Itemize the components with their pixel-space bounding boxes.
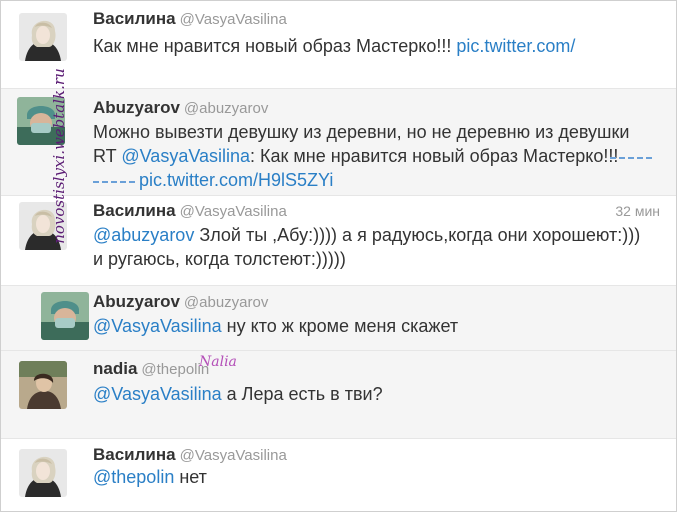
tweet-header: Abuzyarov @abuzyarov: [93, 292, 268, 312]
user-name[interactable]: Василина: [93, 445, 176, 464]
mention-link[interactable]: @VasyaVasilina: [121, 146, 250, 166]
tweet-line-2: RT @VasyaVasilina: Как мне нравится новы…: [93, 144, 664, 168]
handwritten-overlay: Nalia: [199, 354, 237, 370]
user-handle[interactable]: @VasyaVasilina: [180, 447, 287, 464]
avatar-nadia[interactable]: [19, 361, 67, 409]
user-handle[interactable]: @VasyaVasilina: [180, 11, 287, 28]
user-name[interactable]: Abuzyarov: [93, 98, 180, 117]
tweet-item[interactable]: Abuzyarov @abuzyarov @VasyaVasilina ну кт…: [1, 286, 676, 351]
avatar-abuzyarov[interactable]: [41, 292, 89, 340]
tweet-item[interactable]: Василина @VasyaVasilina Как мне нравится …: [1, 1, 676, 89]
user-name[interactable]: Abuzyarov: [93, 292, 180, 311]
user-name[interactable]: Василина: [93, 201, 176, 220]
retweet-text: : Как мне нравится новый образ Мастерко!…: [250, 146, 619, 166]
tweet-text: @thepolin нет: [93, 465, 664, 489]
tweet-text: @abuzyarov Злой ты ,Абу:)))) а я радуюсь…: [93, 223, 664, 271]
tweet-line-1: @abuzyarov Злой ты ,Абу:)))) а я радуюсь…: [93, 223, 664, 247]
mention-link[interactable]: @abuzyarov: [93, 225, 194, 245]
user-handle[interactable]: @abuzyarov: [184, 294, 268, 311]
tweet-text: @VasyaVasilina ну кто ж кроме меня скаже…: [93, 314, 664, 338]
tweet-header: Василина @VasyaVasilina: [93, 445, 287, 465]
tweet-body: нет: [174, 467, 207, 487]
user-handle[interactable]: @VasyaVasilina: [180, 203, 287, 220]
tweet-line-3: pic.twitter.com/H9lS5ZYi: [93, 168, 664, 192]
tweet-header: nadia @thepolin: [93, 359, 209, 379]
tweet-line-2: и ругаюсь, когда толстеют:))))): [93, 249, 346, 269]
tweet-item[interactable]: nadia @thepolin @VasyaVasilina а Лера ест…: [1, 351, 676, 439]
tweet-timeline: Василина @VasyaVasilina Как мне нравится …: [0, 0, 677, 512]
tweet-item[interactable]: Василина @VasyaVasilina 32 мин @abuzyarov…: [1, 196, 676, 286]
tweet-item[interactable]: Abuzyarov @abuzyarov Можно вывезти девушк…: [1, 89, 676, 196]
dashed-underline: [93, 181, 135, 183]
tweet-body: Как мне нравится новый образ Мастерко!!!: [93, 36, 457, 56]
timestamp[interactable]: 32 мин: [615, 203, 660, 219]
mention-link[interactable]: @VasyaVasilina: [93, 384, 222, 404]
tweet-header: Abuzyarov @abuzyarov: [93, 98, 268, 118]
watermark-text: novostislyxi.webtalk.ru: [50, 68, 68, 244]
tweet-body: Злой ты ,Абу:)))) а я радуюсь,когда они …: [194, 225, 641, 245]
tweet-text: @VasyaVasilina а Лера есть в тви?: [93, 382, 664, 406]
retweet-prefix: RT: [93, 146, 122, 166]
mention-link[interactable]: @thepolin: [93, 467, 174, 487]
avatar-vasilina[interactable]: [19, 13, 67, 61]
pic-link[interactable]: pic.twitter.com/H9lS5ZYi: [139, 170, 333, 190]
user-name[interactable]: Василина: [93, 9, 176, 28]
avatar-vasilina[interactable]: [19, 449, 67, 497]
tweet-text: Как мне нравится новый образ Мастерко!!!…: [93, 34, 664, 58]
vertical-watermark: novostislyxi.webtalk.ru: [45, 56, 73, 256]
tweet-line-1: Можно вывезти девушку из деревни, но не …: [93, 122, 630, 142]
user-name[interactable]: nadia: [93, 359, 137, 378]
tweet-header: Василина @VasyaVasilina: [93, 201, 287, 221]
tweet-body: а Лера есть в тви?: [221, 384, 383, 404]
pic-link[interactable]: pic.twitter.com/: [456, 36, 575, 56]
tweet-text: Можно вывезти девушку из деревни, но не …: [93, 120, 664, 192]
user-handle[interactable]: @abuzyarov: [184, 100, 268, 117]
dashed-underline: [610, 157, 652, 159]
tweet-header: Василина @VasyaVasilina: [93, 9, 287, 29]
tweet-body: ну кто ж кроме меня скажет: [221, 316, 459, 336]
tweet-item[interactable]: Василина @VasyaVasilina @thepolin нет: [1, 439, 676, 511]
mention-link[interactable]: @VasyaVasilina: [93, 316, 222, 336]
